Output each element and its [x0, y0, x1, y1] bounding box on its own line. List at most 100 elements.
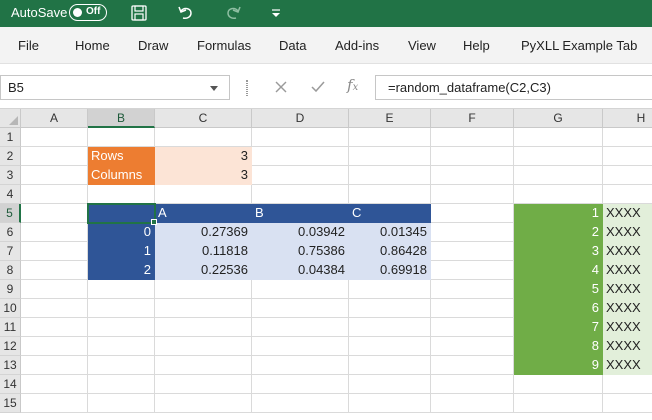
cell-a5[interactable] — [21, 204, 88, 223]
cell-f15[interactable] — [431, 394, 514, 413]
column-header-a[interactable]: A — [21, 109, 88, 128]
tab-pyxll-example[interactable]: PyXLL Example Tab — [521, 38, 637, 53]
cell-f13[interactable] — [431, 356, 514, 375]
cell-h2[interactable] — [603, 147, 652, 166]
cell-c2[interactable]: 3 — [155, 147, 252, 166]
tab-file[interactable]: File — [18, 38, 39, 53]
cell-g11[interactable]: 7 — [514, 318, 603, 337]
column-header-c[interactable]: C — [155, 109, 252, 128]
cell-d14[interactable] — [252, 375, 349, 394]
worksheet-grid[interactable]: A B C D E F G H 1 2 Rows 3 3 Columns 3 4 5 A B C 1 XXXX 6 0 0.27… — [0, 109, 652, 420]
cell-a8[interactable] — [21, 261, 88, 280]
column-header-g[interactable]: G — [514, 109, 603, 128]
cell-b7[interactable]: 1 — [88, 242, 155, 261]
row-header-8[interactable]: 8 — [0, 261, 21, 280]
cell-g3[interactable] — [514, 166, 603, 185]
tab-add-ins[interactable]: Add-ins — [335, 38, 379, 53]
row-header-12[interactable]: 12 — [0, 337, 21, 356]
cell-b2[interactable]: Rows — [88, 147, 155, 166]
row-header-7[interactable]: 7 — [0, 242, 21, 261]
cell-e9[interactable] — [349, 280, 431, 299]
tab-home[interactable]: Home — [75, 38, 110, 53]
undo-icon[interactable] — [175, 2, 197, 24]
cell-c9[interactable] — [155, 280, 252, 299]
fx-icon[interactable]: fx — [347, 76, 358, 94]
cell-a14[interactable] — [21, 375, 88, 394]
column-header-b[interactable]: B — [88, 109, 155, 128]
cell-c15[interactable] — [155, 394, 252, 413]
cell-e13[interactable] — [349, 356, 431, 375]
cell-d6[interactable]: 0.03942 — [252, 223, 349, 242]
cell-b8[interactable]: 2 — [88, 261, 155, 280]
cell-h3[interactable] — [603, 166, 652, 185]
cell-b9[interactable] — [88, 280, 155, 299]
save-icon[interactable] — [128, 2, 150, 24]
cell-f14[interactable] — [431, 375, 514, 394]
cell-a12[interactable] — [21, 337, 88, 356]
cell-a4[interactable] — [21, 185, 88, 204]
row-header-6[interactable]: 6 — [0, 223, 21, 242]
cell-h8[interactable]: XXXX — [603, 261, 652, 280]
fill-handle[interactable] — [151, 219, 157, 225]
cell-d12[interactable] — [252, 337, 349, 356]
cell-d13[interactable] — [252, 356, 349, 375]
enter-icon[interactable] — [311, 81, 325, 93]
cell-f7[interactable] — [431, 242, 514, 261]
cell-h13[interactable]: XXXX — [603, 356, 652, 375]
cell-e10[interactable] — [349, 299, 431, 318]
cell-h5[interactable]: XXXX — [603, 204, 652, 223]
row-header-9[interactable]: 9 — [0, 280, 21, 299]
cell-b15[interactable] — [88, 394, 155, 413]
cell-a13[interactable] — [21, 356, 88, 375]
cell-f1[interactable] — [431, 128, 514, 147]
row-header-5[interactable]: 5 — [0, 204, 21, 223]
row-header-13[interactable]: 13 — [0, 356, 21, 375]
cell-h1[interactable] — [603, 128, 652, 147]
cell-g4[interactable] — [514, 185, 603, 204]
chevron-down-icon[interactable] — [210, 86, 218, 91]
cell-d9[interactable] — [252, 280, 349, 299]
cell-f2[interactable] — [431, 147, 514, 166]
cell-d7[interactable]: 0.75386 — [252, 242, 349, 261]
cell-b5[interactable] — [88, 204, 155, 223]
cell-a2[interactable] — [21, 147, 88, 166]
cell-f10[interactable] — [431, 299, 514, 318]
cell-e7[interactable]: 0.86428 — [349, 242, 431, 261]
cell-h9[interactable]: XXXX — [603, 280, 652, 299]
formula-input[interactable]: =random_dataframe(C2,C3) — [375, 75, 652, 100]
cell-e2[interactable] — [349, 147, 431, 166]
cell-g10[interactable]: 6 — [514, 299, 603, 318]
cell-h12[interactable]: XXXX — [603, 337, 652, 356]
cell-e6[interactable]: 0.01345 — [349, 223, 431, 242]
cell-b10[interactable] — [88, 299, 155, 318]
cell-g7[interactable]: 3 — [514, 242, 603, 261]
cell-h11[interactable]: XXXX — [603, 318, 652, 337]
cell-e3[interactable] — [349, 166, 431, 185]
cell-c4[interactable] — [155, 185, 252, 204]
cell-a3[interactable] — [21, 166, 88, 185]
cell-b3[interactable]: Columns — [88, 166, 155, 185]
cell-d11[interactable] — [252, 318, 349, 337]
redo-icon[interactable] — [222, 2, 244, 24]
autosave-toggle[interactable]: Off — [69, 4, 107, 21]
row-header-4[interactable]: 4 — [0, 185, 21, 204]
cell-h14[interactable] — [603, 375, 652, 394]
cell-f8[interactable] — [431, 261, 514, 280]
cell-e1[interactable] — [349, 128, 431, 147]
name-box[interactable]: B5 — [0, 75, 230, 100]
cell-g13[interactable]: 9 — [514, 356, 603, 375]
cell-c3[interactable]: 3 — [155, 166, 252, 185]
tab-formulas[interactable]: Formulas — [197, 38, 251, 53]
cell-g15[interactable] — [514, 394, 603, 413]
cell-b12[interactable] — [88, 337, 155, 356]
cell-f11[interactable] — [431, 318, 514, 337]
cell-d5[interactable]: B — [252, 204, 349, 223]
tab-data[interactable]: Data — [279, 38, 306, 53]
cell-a15[interactable] — [21, 394, 88, 413]
cell-a9[interactable] — [21, 280, 88, 299]
cell-g6[interactable]: 2 — [514, 223, 603, 242]
cell-g1[interactable] — [514, 128, 603, 147]
cell-d4[interactable] — [252, 185, 349, 204]
tab-view[interactable]: View — [408, 38, 436, 53]
cell-d8[interactable]: 0.04384 — [252, 261, 349, 280]
